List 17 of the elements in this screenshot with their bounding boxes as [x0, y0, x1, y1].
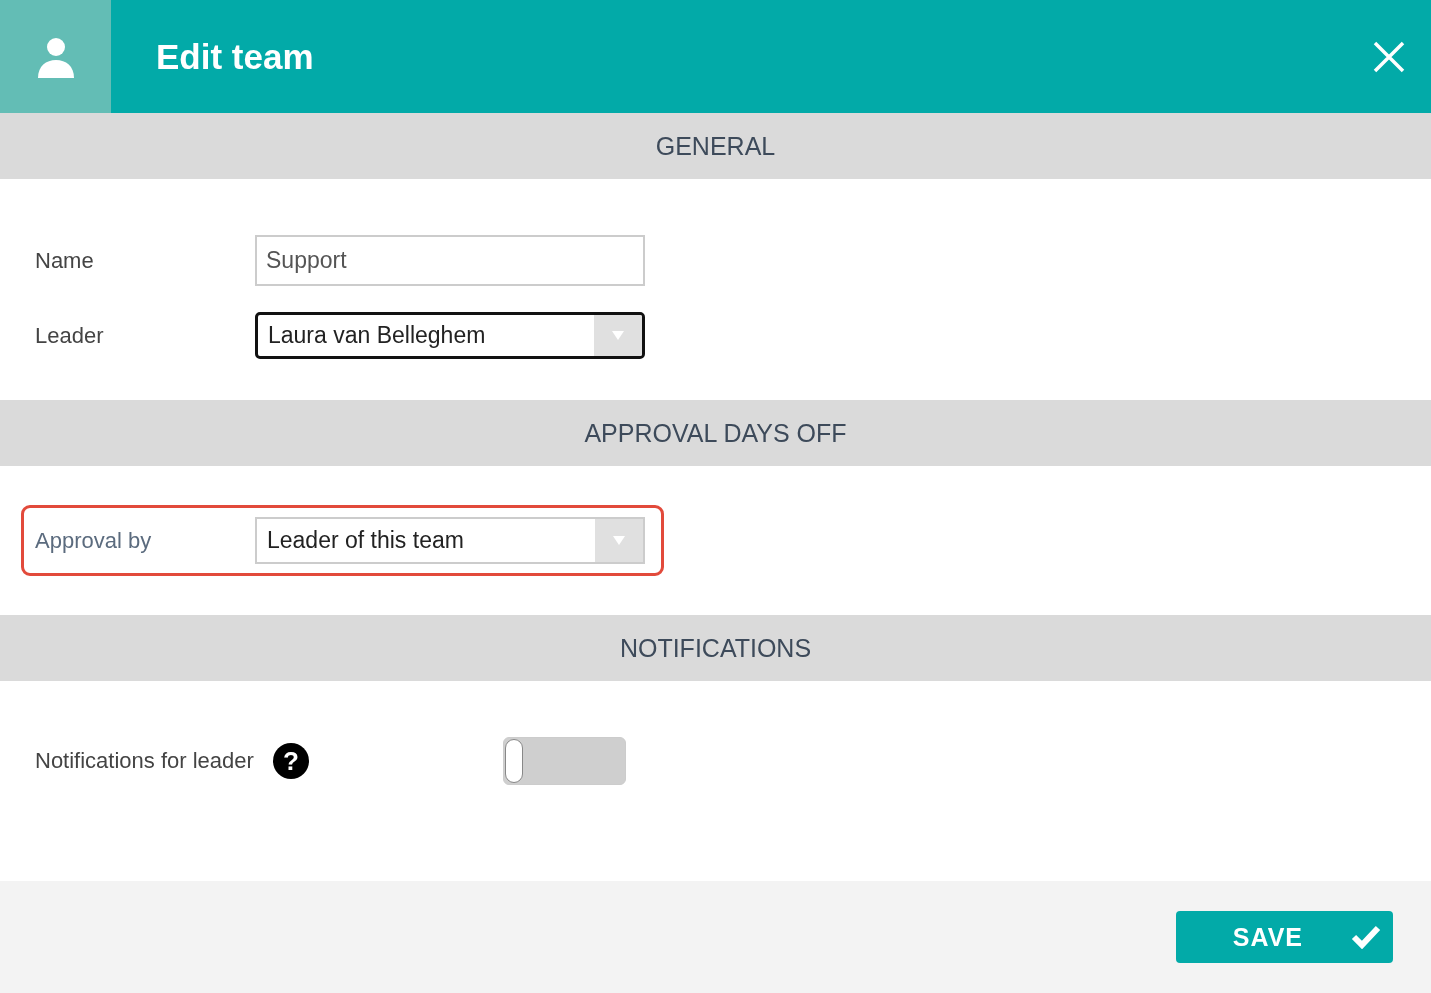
- caret-icon: [612, 331, 624, 340]
- field-label: Leader: [35, 322, 105, 349]
- section-header: APPROVAL DAYS OFF: [0, 400, 1431, 466]
- section-header: GENERAL: [0, 113, 1431, 179]
- dialog-title: Edit team: [156, 36, 315, 77]
- text-input[interactable]: Support: [255, 235, 645, 286]
- dropdown[interactable]: Leader of this team: [255, 517, 645, 564]
- section-header: NOTIFICATIONS: [0, 615, 1431, 681]
- dropdown[interactable]: Laura van Belleghem: [255, 312, 645, 359]
- check-icon: [1351, 925, 1381, 949]
- field-label: Approval by: [35, 527, 153, 554]
- close-icon: [1373, 40, 1405, 73]
- field-label: Name: [35, 247, 95, 274]
- toggle-switch[interactable]: [503, 737, 626, 785]
- help-icon[interactable]: ?: [273, 743, 309, 779]
- field-label: Notifications for leader: [35, 748, 255, 774]
- caret-icon: [613, 536, 625, 545]
